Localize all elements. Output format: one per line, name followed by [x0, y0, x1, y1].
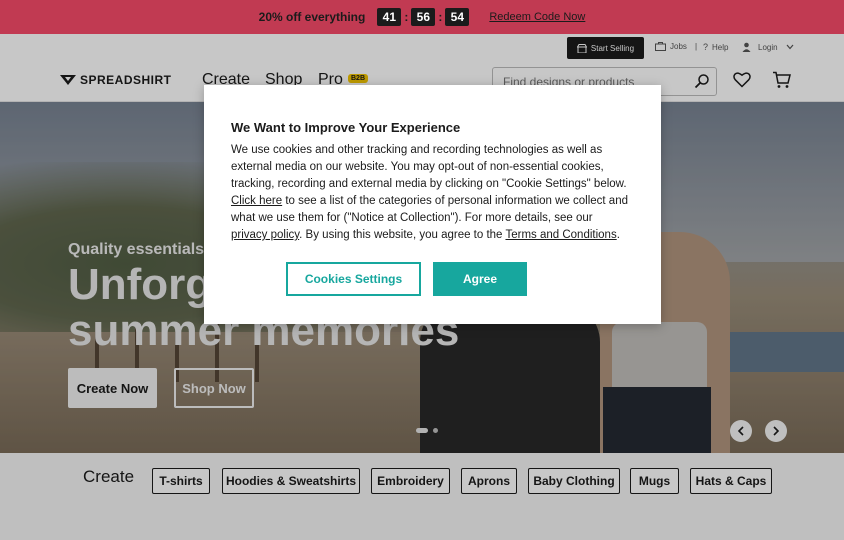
timer-separator: :	[404, 10, 409, 24]
timer-hours: 41	[377, 8, 402, 26]
modal-body: We use cookies and other tracking and re…	[231, 142, 631, 244]
click-here-link[interactable]: Click here	[231, 195, 282, 207]
cookies-settings-button[interactable]: Cookies Settings	[286, 262, 421, 296]
cookie-consent-modal: We Want to Improve Your Experience We us…	[204, 85, 661, 324]
modal-text-end: .	[616, 229, 620, 241]
timer-seconds: 54	[445, 8, 470, 26]
modal-title: We Want to Improve Your Experience	[231, 120, 461, 135]
promo-banner: 20% off everything 41 : 56 : 54 Redeem C…	[0, 0, 844, 34]
privacy-policy-link[interactable]: privacy policy	[231, 229, 299, 241]
agree-button[interactable]: Agree	[433, 262, 527, 296]
promo-text: 20% off everything	[258, 10, 366, 24]
modal-text-part2: to see a list of the categories of perso…	[231, 195, 628, 224]
timer-separator: :	[438, 10, 443, 24]
modal-text-part3: . By using this website, you agree to th…	[299, 229, 503, 241]
timer-minutes: 56	[411, 8, 436, 26]
redeem-code-link[interactable]: Redeem Code Now	[489, 11, 585, 23]
modal-text-part1: We use cookies and other tracking and re…	[231, 144, 627, 190]
terms-link[interactable]: Terms and Conditions	[505, 229, 616, 241]
